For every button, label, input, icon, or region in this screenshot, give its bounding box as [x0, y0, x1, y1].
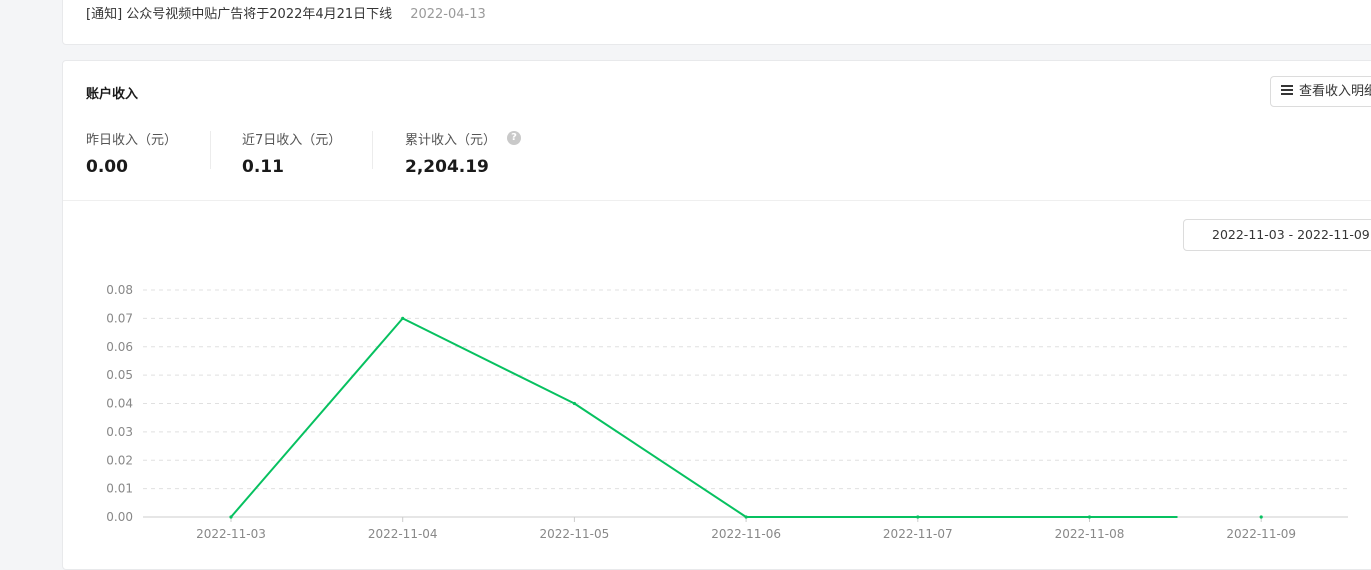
x-tick-label: 2022-11-08: [1055, 527, 1125, 541]
y-tick-label: 0.08: [106, 283, 133, 297]
y-tick-label: 0.07: [106, 311, 133, 325]
y-tick-label: 0.01: [106, 482, 133, 496]
data-point: [916, 515, 920, 519]
income-line-chart: 0.00 0.01 0.02 0.03 0.04 0.05 0.06 0.07 0.08 2022…: [106, 283, 1348, 541]
x-tick-label: 2022-11-05: [540, 527, 610, 541]
y-tick-label: 0.00: [106, 510, 133, 524]
x-tick-label: 2022-11-04: [368, 527, 438, 541]
data-point: [229, 515, 233, 519]
data-point: [1259, 515, 1263, 519]
data-point: [572, 401, 577, 406]
x-tick-label: 2022-11-09: [1226, 527, 1296, 541]
series-line: [230, 317, 1178, 518]
y-tick-label: 0.04: [106, 397, 133, 411]
data-point: [744, 515, 748, 519]
y-tick-label: 0.06: [106, 340, 133, 354]
x-tick-label: 2022-11-03: [196, 527, 266, 541]
data-point: [401, 316, 405, 320]
data-point: [1087, 515, 1092, 519]
y-tick-label: 0.03: [106, 425, 133, 439]
x-tick-label: 2022-11-07: [883, 527, 953, 541]
x-tick-label: 2022-11-06: [711, 527, 781, 541]
y-tick-label: 0.02: [106, 453, 133, 467]
y-tick-label: 0.05: [106, 368, 133, 382]
